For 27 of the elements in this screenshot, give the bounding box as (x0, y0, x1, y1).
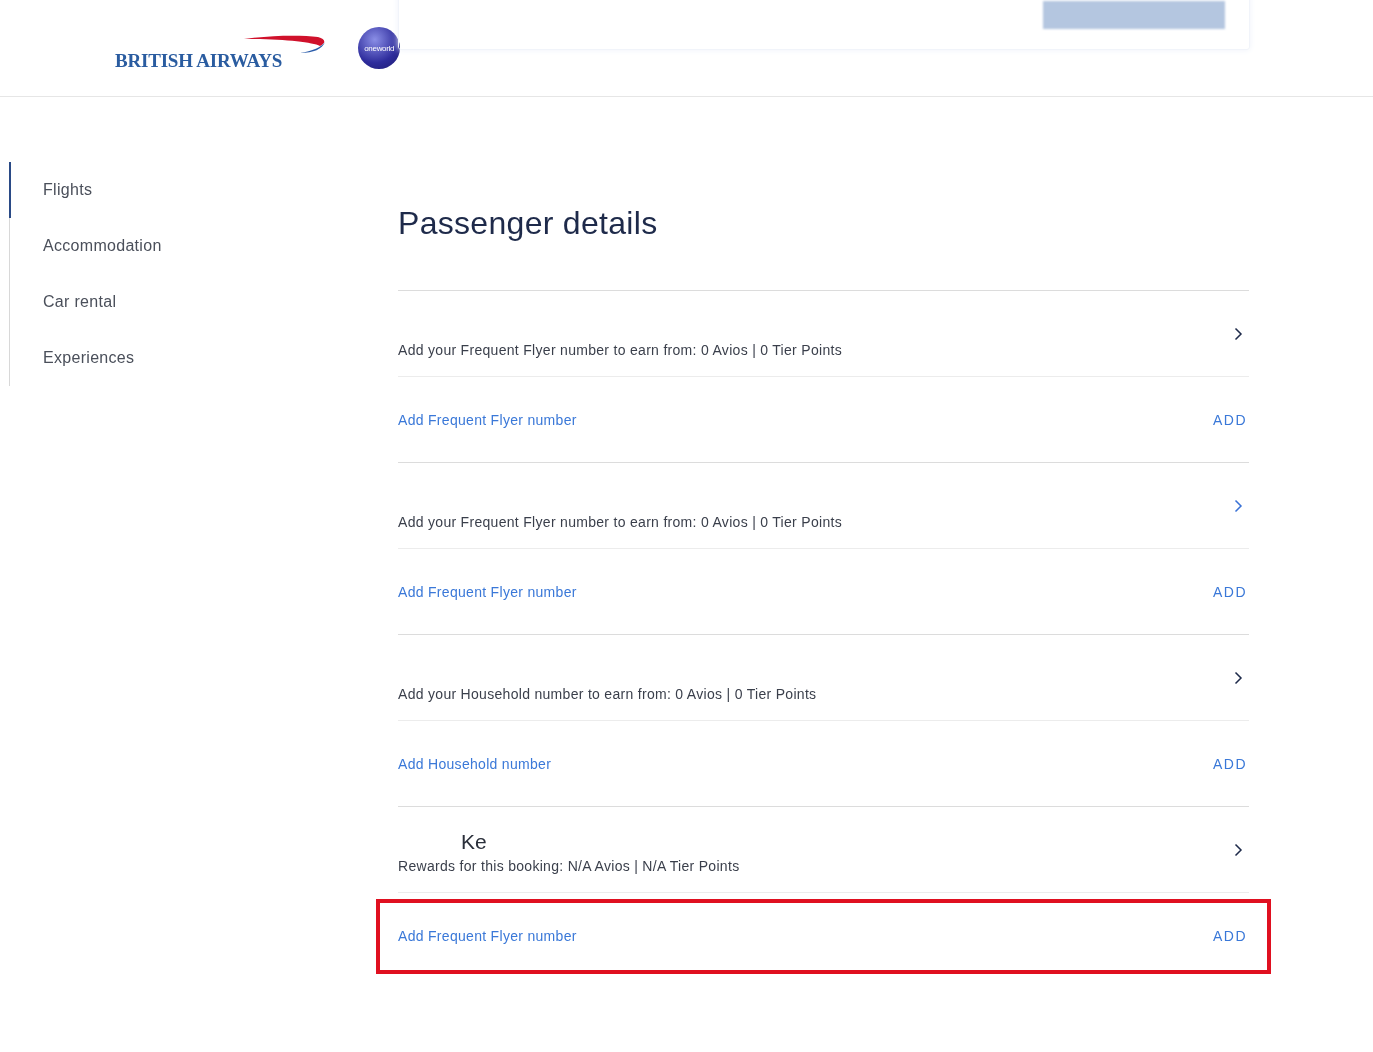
add-button[interactable]: ADD (1212, 411, 1249, 428)
passenger-row[interactable]: Ke Rewards for this booking: N/A Avios | N/A Tier Points (398, 807, 1249, 893)
add-number-link[interactable]: Add Frequent Flyer number (398, 583, 577, 600)
chevron-icon[interactable] (1234, 843, 1243, 857)
chevron-icon[interactable] (1234, 671, 1243, 685)
rewards-text: Add your Household number to earn from: 0 Avios | 0 Tier Points (398, 686, 817, 702)
add-button[interactable]: ADD (1212, 755, 1249, 772)
passenger-name: Ke (461, 830, 488, 854)
chevron-icon[interactable] (1234, 327, 1243, 341)
sidebar-item[interactable]: Flights (9, 162, 350, 218)
brand-name[interactable]: BRITISH AIRWAYS (115, 50, 283, 72)
passenger-row[interactable]: Add your Household number to earn from: 0 Avios | 0 Tier Points (398, 635, 1249, 721)
add-button[interactable]: ADD (1212, 928, 1249, 944)
add-number-link[interactable]: Add Frequent Flyer number (398, 928, 577, 944)
add-number-link[interactable]: Add Household number (398, 755, 552, 772)
rewards-text: Add your Frequent Flyer number to earn from: 0 Avios | 0 Tier Points (398, 514, 842, 530)
sidebar-item[interactable]: Car rental (9, 274, 350, 330)
add-number-link[interactable]: Add Frequent Flyer number (398, 411, 577, 428)
sidebar-item[interactable]: Accommodation (9, 218, 350, 274)
rewards-text: Rewards for this booking: N/A Avios | N/A Tier Points (398, 858, 740, 874)
sidebar-item[interactable]: Experiences (9, 330, 350, 386)
rewards-text: Add your Frequent Flyer number to earn from: 0 Avios | 0 Tier Points (398, 342, 842, 358)
passenger-row[interactable]: Add your Frequent Flyer number to earn from: 0 Avios | 0 Tier Points (398, 291, 1249, 377)
passenger-row[interactable]: Add your Frequent Flyer number to earn from: 0 Avios | 0 Tier Points (398, 463, 1249, 549)
add-button[interactable]: ADD (1212, 583, 1249, 600)
alliance-logo: oneworld (358, 27, 401, 69)
page-title: Passenger details (398, 205, 659, 242)
